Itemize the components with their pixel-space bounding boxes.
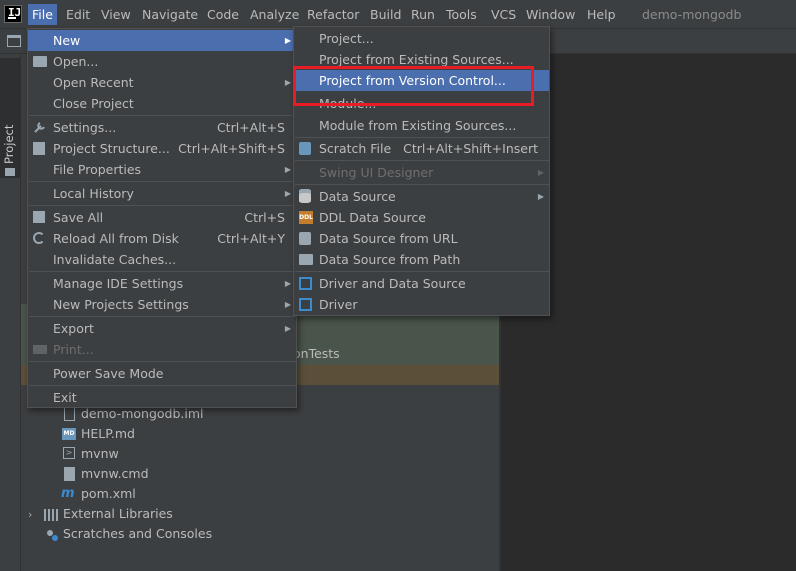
menu-view[interactable]: View	[97, 4, 135, 25]
menu-separator	[295, 184, 550, 185]
menu-build[interactable]: Build	[366, 4, 405, 25]
tree-item-mvnw[interactable]: mvnw	[81, 444, 119, 464]
tree-item-help-md[interactable]: HELP.md	[81, 424, 135, 444]
menu-separator	[29, 205, 297, 206]
menu-separator	[29, 181, 297, 182]
menu-item-close-project[interactable]: Close Project	[28, 93, 296, 114]
scratch-file-icon	[299, 142, 311, 155]
menu-separator	[29, 361, 297, 362]
menu-item-print[interactable]: Print...	[28, 339, 296, 360]
menu-item-file-properties[interactable]: File Properties ▶	[28, 159, 296, 180]
menu-item-local-history[interactable]: Local History ▶	[28, 183, 296, 204]
menu-run[interactable]: Run	[407, 4, 439, 25]
database-icon	[299, 189, 311, 203]
submenu-item-scratch-file[interactable]: Scratch File Ctrl+Alt+Shift+Insert	[294, 138, 549, 159]
project-structure-icon	[33, 142, 45, 155]
submenu-item-swing-designer[interactable]: Swing UI Designer ▶	[294, 162, 549, 183]
project-tool-tab[interactable]: Project	[0, 58, 21, 178]
submenu-item-data-source-path[interactable]: Data Source from Path	[294, 249, 549, 270]
menu-navigate[interactable]: Navigate	[138, 4, 202, 25]
menu-item-project-structure[interactable]: Project Structure... Ctrl+Alt+Shift+S	[28, 138, 296, 159]
submenu-item-project[interactable]: Project...	[294, 28, 549, 49]
menu-tools[interactable]: Tools	[442, 4, 481, 25]
submenu-arrow-icon: ▶	[284, 300, 291, 309]
submenu-item-ddl-data-source[interactable]: DDL DDL Data Source	[294, 207, 549, 228]
submenu-arrow-icon: ▶	[284, 165, 291, 174]
menu-separator	[295, 271, 550, 272]
menu-item-new-projects-settings[interactable]: New Projects Settings ▶	[28, 294, 296, 315]
print-icon	[33, 345, 47, 354]
menu-separator	[295, 160, 550, 161]
submenu-item-driver-data-source[interactable]: Driver and Data Source	[294, 273, 549, 294]
terminal-file-icon: >	[63, 447, 75, 459]
menu-item-save-all[interactable]: Save All Ctrl+S	[28, 207, 296, 228]
menu-item-open-recent[interactable]: Open Recent ▶	[28, 72, 296, 93]
menu-item-reload[interactable]: Reload All from Disk Ctrl+Alt+Y	[28, 228, 296, 249]
submenu-arrow-icon: ▶	[284, 189, 291, 198]
submenu-arrow-icon: ▶	[284, 324, 291, 333]
menu-item-power-save-mode[interactable]: Power Save Mode	[28, 363, 296, 384]
folder-icon	[5, 168, 15, 176]
submenu-item-module-existing[interactable]: Module from Existing Sources...	[294, 115, 549, 136]
submenu-arrow-icon: ▶	[537, 192, 544, 201]
ddl-icon: DDL	[299, 211, 313, 224]
project-view-icon[interactable]	[7, 35, 21, 47]
menu-vcs[interactable]: VCS	[487, 4, 520, 25]
save-icon	[33, 211, 45, 223]
submenu-arrow-icon: ▶	[284, 78, 291, 87]
project-title: demo-mongodb	[642, 7, 742, 22]
url-connection-icon	[299, 232, 311, 245]
libraries-icon	[44, 509, 58, 521]
maven-file-icon: m	[61, 486, 75, 501]
menu-analyze[interactable]: Analyze	[246, 4, 303, 25]
intellij-logo-icon: IJ	[4, 5, 22, 23]
submenu-arrow-icon: ▶	[284, 36, 291, 45]
folder-icon	[299, 254, 313, 265]
menu-edit[interactable]: Edit	[62, 4, 94, 25]
submenu-item-driver[interactable]: Driver	[294, 294, 549, 315]
iml-file-icon	[64, 407, 75, 421]
chevron-right-icon[interactable]: ›	[28, 508, 32, 521]
menu-separator	[29, 385, 297, 386]
tree-item-mvnw-cmd[interactable]: mvnw.cmd	[81, 464, 149, 484]
menu-item-exit[interactable]: Exit	[28, 387, 296, 408]
menu-item-open[interactable]: Open...	[28, 51, 296, 72]
menu-help[interactable]: Help	[583, 4, 620, 25]
scratches-icon	[47, 530, 58, 541]
menu-code[interactable]: Code	[203, 4, 243, 25]
tool-window-stripe: Project	[0, 54, 21, 571]
tree-item-partial: onTests	[293, 346, 340, 361]
menu-item-invalidate-caches[interactable]: Invalidate Caches...	[28, 249, 296, 270]
menu-item-manage-ide-settings[interactable]: Manage IDE Settings ▶	[28, 273, 296, 294]
menu-bar: IJ File Edit View Navigate Code Analyze …	[0, 0, 796, 29]
menu-separator	[29, 271, 297, 272]
submenu-arrow-icon: ▶	[284, 279, 291, 288]
tree-item-scratches[interactable]: Scratches and Consoles	[63, 524, 212, 544]
tree-item-external-libraries[interactable]: External Libraries	[63, 504, 173, 524]
folder-open-icon	[33, 56, 47, 67]
menu-separator	[29, 316, 297, 317]
wrench-icon	[34, 122, 45, 133]
submenu-arrow-icon: ▶	[537, 168, 544, 177]
menu-item-export[interactable]: Export ▶	[28, 318, 296, 339]
driver-icon	[299, 277, 312, 290]
menu-file[interactable]: File	[28, 4, 57, 25]
menu-separator	[29, 115, 297, 116]
menu-refactor[interactable]: Refactor	[303, 4, 363, 25]
menu-item-settings[interactable]: Settings... Ctrl+Alt+S	[28, 117, 296, 138]
submenu-item-data-source-url[interactable]: Data Source from URL	[294, 228, 549, 249]
file-menu: New ▶ Open... Open Recent ▶ Close Project …	[27, 28, 297, 408]
menu-item-new[interactable]: New ▶	[28, 30, 296, 51]
reload-icon	[33, 232, 45, 244]
tree-item-pom[interactable]: pom.xml	[81, 484, 136, 504]
annotation-highlight-box	[293, 66, 534, 106]
cmd-file-icon	[64, 467, 75, 481]
markdown-file-icon: MD	[62, 428, 76, 440]
project-tab-label: Project	[2, 124, 16, 164]
driver-icon	[299, 298, 312, 311]
menu-window[interactable]: Window	[522, 4, 579, 25]
submenu-item-data-source[interactable]: Data Source ▶	[294, 186, 549, 207]
